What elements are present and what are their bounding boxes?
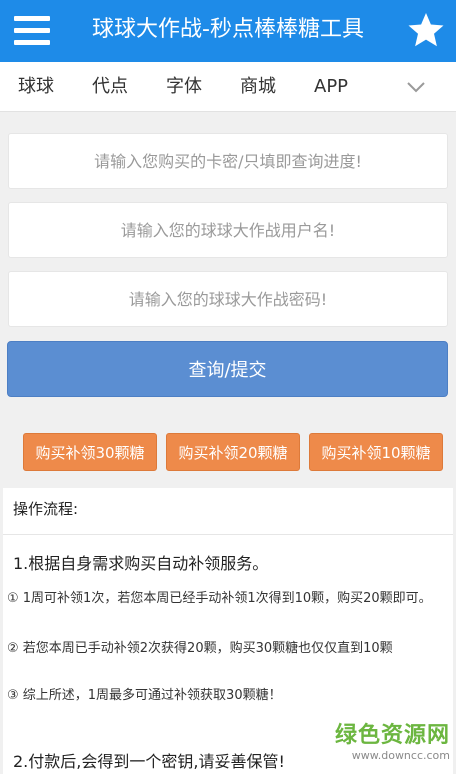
card-key-field bbox=[8, 133, 448, 189]
note-1-text: ① 1周可补领1次，若您本周已经手动补领1次得到10颗，购买20颗即可。 bbox=[7, 591, 432, 606]
step-1-text: 1.根据自身需求购买自动补领服务。 bbox=[13, 554, 269, 573]
app-header: 球球大作战-秒点棒棒糖工具 bbox=[0, 0, 456, 62]
username-input[interactable] bbox=[9, 203, 447, 257]
username-field bbox=[8, 202, 448, 258]
nav-item-qiuqiu[interactable]: 球球 bbox=[18, 74, 54, 100]
star-icon[interactable] bbox=[406, 10, 446, 50]
buy-30-candy-button[interactable]: 购买补领30颗糖 bbox=[23, 433, 157, 471]
hamburger-menu-icon[interactable] bbox=[14, 16, 50, 46]
category-nav: 球球 代点 字体 商城 APP bbox=[0, 62, 456, 112]
nav-item-daidian[interactable]: 代点 bbox=[92, 74, 128, 100]
watermark-url: www.downcc.com bbox=[351, 749, 450, 762]
nav-item-app[interactable]: APP bbox=[314, 74, 348, 100]
divider bbox=[3, 534, 453, 535]
password-field bbox=[8, 271, 448, 327]
site-watermark: 绿色资源网 www.downcc.com bbox=[335, 717, 450, 762]
card-key-input[interactable] bbox=[9, 134, 447, 188]
watermark-text: 绿色资源网 bbox=[334, 723, 450, 748]
step-2-text: 2.付款后,会得到一个密钥,请妥善保管! bbox=[13, 752, 285, 771]
nav-item-shangcheng[interactable]: 商城 bbox=[240, 74, 276, 100]
buy-10-candy-button[interactable]: 购买补领10颗糖 bbox=[309, 433, 443, 471]
note-3-text: ③ 综上所述，1周最多可通过补领获取30颗糖！ bbox=[7, 688, 282, 703]
note-2-text: ② 若您本周已手动补领2次获得20颗，购买30颗糖也仅仅直到10颗 bbox=[7, 641, 393, 656]
app-title: 球球大作战-秒点棒棒糖工具 bbox=[92, 17, 364, 42]
query-submit-button[interactable]: 查询/提交 bbox=[7, 341, 448, 397]
process-title: 操作流程: bbox=[13, 500, 79, 518]
password-input[interactable] bbox=[9, 272, 447, 326]
nav-item-ziti[interactable]: 字体 bbox=[166, 74, 202, 100]
buy-20-candy-button[interactable]: 购买补领20颗糖 bbox=[166, 433, 300, 471]
chevron-down-icon[interactable] bbox=[406, 80, 426, 94]
